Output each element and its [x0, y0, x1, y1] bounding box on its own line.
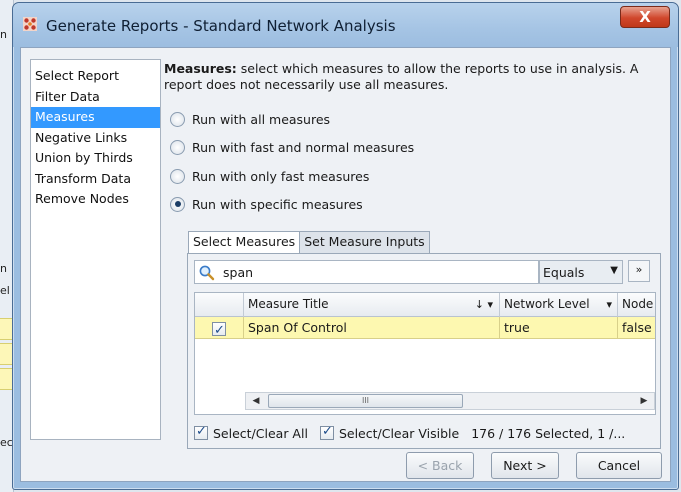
- generate-reports-dialog: Generate Reports - Standard Network Anal…: [12, 2, 679, 490]
- scroll-right-icon[interactable]: ▶: [636, 393, 652, 409]
- next-button[interactable]: Next >: [491, 452, 559, 479]
- column-label: Network Level: [504, 297, 590, 311]
- option-only-fast[interactable]: Run with only fast measures: [170, 167, 369, 185]
- background-text-fragment: n: [0, 262, 7, 275]
- select-visible-checkbox[interactable]: [319, 424, 334, 440]
- measure-tabs: Select Measures Set Measure Inputs: [188, 231, 430, 254]
- tab-set-measure-inputs[interactable]: Set Measure Inputs: [299, 231, 430, 253]
- chevron-down-icon: ▼: [610, 265, 618, 276]
- tab-select-measures[interactable]: Select Measures: [188, 231, 301, 254]
- sort-descending-icon: ↓ ▾: [474, 298, 493, 311]
- nav-item-union-by-thirds[interactable]: Union by Thirds: [31, 148, 160, 169]
- cancel-button[interactable]: Cancel: [576, 452, 662, 479]
- option-label: Run with fast and normal measures: [192, 139, 415, 155]
- match-mode-dropdown[interactable]: Equals ▼: [539, 260, 623, 284]
- measures-description: Measures: select which measures to allow…: [164, 61, 664, 93]
- column-header-network-level[interactable]: Network Level ▾: [500, 293, 618, 317]
- window-title: Generate Reports - Standard Network Anal…: [46, 17, 396, 35]
- measures-table: Measure Title ↓ ▾ Network Level ▾ Node ✓…: [194, 292, 656, 415]
- radio-button-selected[interactable]: [170, 196, 185, 212]
- description-heading: Measures:: [164, 61, 237, 76]
- horizontal-scrollbar[interactable]: ◀ III ▶: [245, 392, 655, 410]
- selection-controls: Select/Clear All Select/Clear Visible 17…: [194, 424, 625, 442]
- app-icon: [23, 17, 37, 31]
- cell-node: false: [622, 320, 652, 335]
- select-measures-panel: span Equals ▼ » Measure Title ↓ ▾ Networ…: [187, 253, 661, 449]
- select-visible-label[interactable]: Select/Clear Visible: [339, 426, 459, 441]
- option-all-measures[interactable]: Run with all measures: [170, 110, 330, 128]
- radio-button[interactable]: [170, 139, 185, 155]
- nav-item-remove-nodes[interactable]: Remove Nodes: [31, 189, 160, 210]
- column-header-check[interactable]: [195, 293, 244, 317]
- row-check-cell: [195, 317, 244, 341]
- select-all-label[interactable]: Select/Clear All: [213, 426, 308, 441]
- table-row[interactable]: Span Of Control true false: [195, 317, 655, 341]
- background-text-fragment: n: [0, 28, 7, 41]
- column-label: Measure Title: [248, 297, 329, 311]
- row-checkbox[interactable]: [212, 320, 226, 341]
- search-input[interactable]: span: [223, 265, 253, 280]
- option-label: Run with specific measures: [192, 196, 363, 212]
- measures-panel: Measures: select which measures to allow…: [164, 59, 664, 449]
- match-mode-value: Equals: [543, 265, 585, 280]
- selection-status: 176 / 176 Selected, 1 /...: [471, 425, 626, 441]
- title-bar[interactable]: Generate Reports - Standard Network Anal…: [13, 3, 678, 47]
- cell-network-level: true: [500, 317, 618, 339]
- radio-button[interactable]: [170, 168, 185, 184]
- nav-item-transform-data[interactable]: Transform Data: [31, 169, 160, 190]
- column-header-measure-title[interactable]: Measure Title ↓ ▾: [244, 293, 500, 317]
- option-specific-measures[interactable]: Run with specific measures: [170, 195, 363, 213]
- scroll-left-icon[interactable]: ◀: [248, 393, 264, 409]
- table-header: Measure Title ↓ ▾ Network Level ▾ Node: [195, 293, 655, 317]
- option-label: Run with only fast measures: [192, 168, 370, 184]
- background-row-highlight: [0, 343, 12, 365]
- option-label: Run with all measures: [192, 111, 331, 127]
- scroll-thumb[interactable]: III: [268, 394, 463, 408]
- select-all-checkbox[interactable]: [194, 424, 208, 440]
- expand-filter-button[interactable]: »: [628, 260, 650, 282]
- option-fast-and-normal[interactable]: Run with fast and normal measures: [170, 138, 414, 156]
- search-icon: [199, 265, 215, 281]
- close-button[interactable]: X: [620, 6, 670, 28]
- radio-button[interactable]: [170, 111, 185, 127]
- background-row-highlight: [0, 318, 12, 340]
- dialog-body: Select Report Filter Data Measures Negat…: [20, 47, 671, 482]
- nav-item-filter-data[interactable]: Filter Data: [31, 87, 160, 108]
- background-row-highlight: [0, 368, 12, 390]
- chevron-down-icon: ▾: [606, 298, 612, 311]
- column-header-node[interactable]: Node: [618, 293, 655, 317]
- nav-item-select-report[interactable]: Select Report: [31, 66, 160, 87]
- nav-item-measures[interactable]: Measures: [31, 107, 160, 128]
- background-text-fragment: el: [0, 284, 10, 297]
- search-field[interactable]: span: [194, 260, 539, 284]
- step-navigation: Select Report Filter Data Measures Negat…: [30, 59, 161, 440]
- cell-measure-title: Span Of Control: [244, 317, 500, 339]
- nav-item-negative-links[interactable]: Negative Links: [31, 128, 160, 149]
- back-button[interactable]: < Back: [406, 452, 474, 479]
- background-text-fragment: ec: [0, 436, 13, 449]
